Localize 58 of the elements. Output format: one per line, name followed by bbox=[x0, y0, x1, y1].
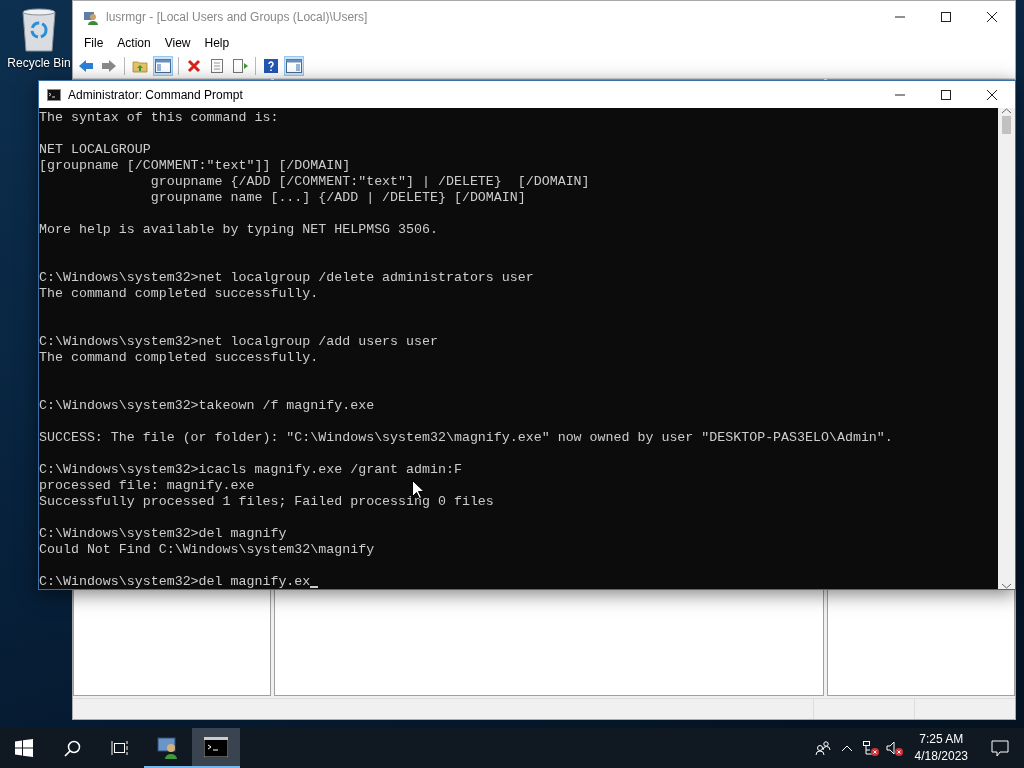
console-line: More help is available by typing NET HELPMSG 3506. bbox=[39, 222, 438, 238]
console-line: The command completed successfully. bbox=[39, 350, 319, 366]
export-icon[interactable] bbox=[232, 59, 248, 73]
menu-item[interactable]: File bbox=[77, 36, 111, 50]
taskbar-app[interactable] bbox=[192, 728, 240, 768]
console-line: Successfully processed 1 files; Failed processing 0 files bbox=[39, 494, 494, 510]
folder-up-icon[interactable] bbox=[132, 59, 148, 73]
panel-icon[interactable] bbox=[286, 59, 302, 73]
console-line: NET LOCALGROUP bbox=[39, 142, 151, 158]
delete-icon[interactable] bbox=[187, 59, 201, 73]
chevron-up-icon[interactable] bbox=[840, 744, 853, 752]
maximize-icon[interactable] bbox=[941, 89, 951, 100]
menu-item[interactable]: Help bbox=[197, 36, 237, 50]
console-line: C:\Windows\system32>del magnify bbox=[39, 526, 287, 542]
forward-arrow-icon[interactable] bbox=[101, 59, 117, 73]
panel-icon[interactable] bbox=[155, 59, 171, 73]
menu-item[interactable]: Action bbox=[110, 36, 158, 50]
windows-logo-icon[interactable] bbox=[15, 739, 33, 757]
properties-icon[interactable] bbox=[210, 59, 224, 73]
maximize-icon[interactable] bbox=[941, 11, 951, 22]
window-title: lusrmgr - [Local Users and Groups (Local)\Users] bbox=[106, 9, 369, 24]
search-icon[interactable] bbox=[63, 739, 81, 757]
scrollbar-thumb[interactable] bbox=[1002, 116, 1011, 134]
desktop-icon-label[interactable]: Recycle Bin bbox=[7, 56, 71, 70]
clock-date: 4/18/2023 bbox=[914, 748, 968, 765]
console-line: C:\Windows\system32>takeown /f magnify.exe bbox=[39, 398, 375, 414]
close-icon[interactable] bbox=[987, 11, 997, 22]
notification-icon[interactable] bbox=[991, 739, 1009, 757]
scrollbar[interactable] bbox=[998, 108, 1015, 589]
clock-time: 7:25 AM bbox=[919, 731, 964, 748]
recycle-bin-icon[interactable] bbox=[20, 6, 58, 52]
console-line: C:\Windows\system32>icacls magnify.exe /grant admin:F bbox=[39, 462, 462, 478]
task-view-icon[interactable] bbox=[111, 740, 129, 756]
console-line: The command completed successfully. bbox=[39, 286, 319, 302]
console-icon bbox=[47, 88, 61, 101]
back-arrow-icon[interactable] bbox=[78, 59, 94, 73]
console-line: groupname name [...] {/ADD | /DELETE} [/DOMAIN] bbox=[149, 190, 526, 206]
menu-item[interactable]: View bbox=[157, 36, 198, 50]
window-title: Administrator: Command Prompt bbox=[68, 87, 244, 102]
console-input-line[interactable]: C:\Windows\system32>del magnify.ex bbox=[39, 574, 311, 589]
people-icon[interactable] bbox=[814, 740, 831, 756]
scroll-up-icon[interactable] bbox=[1002, 108, 1011, 114]
users-app-icon[interactable] bbox=[156, 735, 180, 759]
help-icon[interactable] bbox=[264, 59, 278, 73]
console-line: groupname {/ADD [/COMMENT:"text"] | /DELETE} [/DOMAIN] bbox=[149, 174, 590, 190]
clock[interactable]: 7:25 AM 4/18/2023 bbox=[906, 731, 976, 765]
console-line: C:\Windows\system32>net localgroup /delete administrators user bbox=[39, 270, 534, 286]
console-line: C:\Windows\system32>net localgroup /add users user bbox=[39, 334, 438, 350]
console-line: Could Not Find C:\Windows\system32\magnify bbox=[39, 542, 375, 558]
console-line: [groupname [/COMMENT:"text"]] [/DOMAIN] bbox=[39, 158, 351, 174]
console-app-icon[interactable] bbox=[204, 737, 228, 757]
console-line: processed file: magnify.exe bbox=[39, 478, 255, 494]
scroll-down-icon[interactable] bbox=[1002, 583, 1011, 589]
console-line: SUCCESS: The file (or folder): "C:\Windows\system32\magnify.exe" now owned by user "DESKTOP-PAS3ELO\Admin". bbox=[39, 430, 893, 446]
close-icon[interactable] bbox=[987, 89, 997, 100]
console-line: The syntax of this command is: bbox=[39, 110, 279, 126]
network-error-icon[interactable] bbox=[861, 740, 880, 756]
volume-muted-icon[interactable] bbox=[885, 740, 904, 756]
